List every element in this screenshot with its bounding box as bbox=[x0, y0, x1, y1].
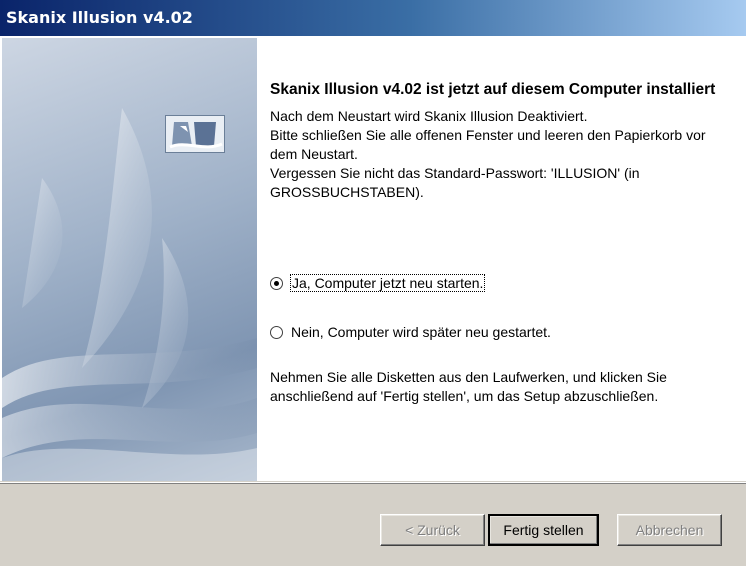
cancel-button[interactable]: Abbrechen bbox=[617, 514, 722, 546]
back-button[interactable]: < Zurück bbox=[380, 514, 485, 546]
radio-selected-icon[interactable] bbox=[270, 276, 283, 290]
sail-logo-icon bbox=[169, 122, 223, 149]
radio-restart-now[interactable]: Ja, Computer jetzt neu starten. bbox=[270, 274, 486, 292]
restart-info-text: Nach dem Neustart wird Skanix Illusion D… bbox=[270, 108, 706, 200]
radio-unselected-icon[interactable] bbox=[270, 325, 283, 339]
radio-restart-now-label[interactable]: Ja, Computer jetzt neu starten. bbox=[289, 274, 486, 292]
setup-dialog: Skanix Illusion v4.02 Skanix Illusion v4… bbox=[0, 0, 746, 566]
content-area: Skanix Illusion v4.02 ist jetzt auf dies… bbox=[270, 80, 730, 202]
finish-instructions-text: Nehmen Sie alle Disketten aus den Laufwe… bbox=[270, 369, 667, 404]
finish-button[interactable]: Fertig stellen bbox=[488, 514, 599, 546]
page-heading: Skanix Illusion v4.02 ist jetzt auf dies… bbox=[270, 81, 716, 98]
title-bar: Skanix Illusion v4.02 bbox=[0, 0, 746, 36]
radio-restart-later-label[interactable]: Nein, Computer wird später neu gestartet… bbox=[291, 324, 551, 340]
sail-artwork bbox=[2, 108, 257, 481]
product-logo bbox=[165, 115, 225, 153]
window-title: Skanix Illusion v4.02 bbox=[6, 8, 193, 27]
side-banner bbox=[2, 38, 257, 481]
radio-restart-later[interactable]: Nein, Computer wird später neu gestartet… bbox=[270, 324, 551, 340]
